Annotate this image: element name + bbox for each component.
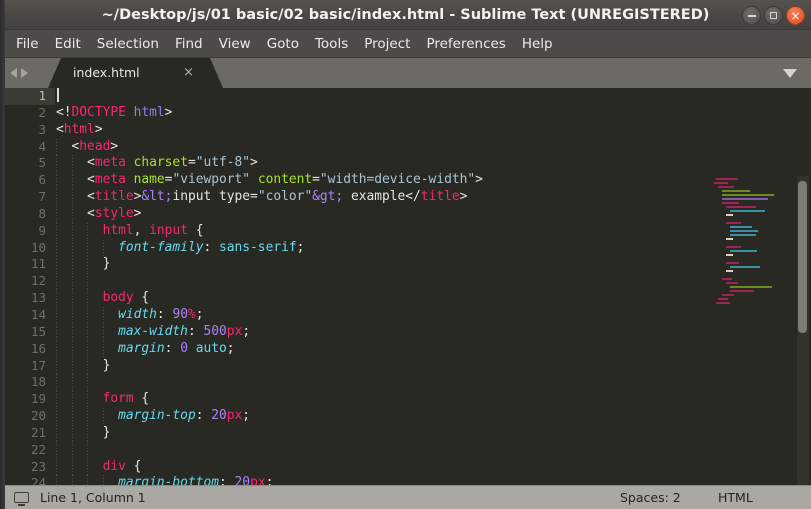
- code-line: [56, 374, 705, 392]
- desktop-left-edge: [0, 0, 5, 509]
- line-number: 17: [30, 357, 46, 373]
- line-number: 21: [30, 424, 46, 440]
- code-line: body {: [56, 290, 705, 307]
- code-line: margin-bottom: 20px;: [56, 475, 705, 485]
- syntax-mode-label[interactable]: HTML: [718, 486, 753, 509]
- code-line: <meta charset="utf-8">: [56, 155, 705, 173]
- minimap[interactable]: [708, 176, 796, 485]
- code-line: max-width: 500px;: [56, 323, 705, 341]
- menu-item-project[interactable]: Project: [356, 33, 418, 55]
- chevron-right-icon[interactable]: [21, 68, 28, 78]
- code-line: width: 90%;: [56, 306, 705, 324]
- line-number: 15: [30, 323, 46, 339]
- line-number: 4: [38, 138, 46, 154]
- line-number: 11: [30, 256, 46, 272]
- tab-index-html[interactable]: index.html ×: [48, 58, 223, 88]
- tab-scroll-arrows: [10, 58, 28, 88]
- line-number: 13: [30, 290, 46, 306]
- close-icon: ×: [790, 8, 801, 23]
- editor-area[interactable]: 1 2 3 4 5 6 7 8 9 10 11 12 13 14 15 16 1…: [0, 88, 811, 485]
- menu-item-selection[interactable]: Selection: [89, 33, 167, 55]
- code-line: [56, 88, 705, 105]
- window-controls: ×: [742, 6, 805, 25]
- window-title: ~/Desktop/js/01 basic/02 basic/index.htm…: [101, 7, 710, 23]
- line-number: 9: [38, 222, 46, 238]
- code-line: form {: [56, 391, 705, 409]
- menu-item-tools[interactable]: Tools: [307, 33, 356, 55]
- line-number: 14: [30, 306, 46, 322]
- code-line: <html>: [56, 121, 103, 137]
- line-number: 7: [38, 189, 46, 205]
- code-line: <head>: [56, 138, 705, 156]
- indentation-label[interactable]: Spaces: 2: [620, 486, 681, 509]
- title-bar: ~/Desktop/js/01 basic/02 basic/index.htm…: [0, 0, 811, 30]
- code-line: margin-top: 20px;: [56, 408, 705, 425]
- code-line: font-family: sans-serif;: [56, 239, 705, 257]
- cursor-position-label: Line 1, Column 1: [40, 490, 146, 505]
- code-line: [56, 441, 705, 459]
- line-number: 20: [30, 408, 46, 424]
- line-number: 23: [30, 458, 46, 474]
- status-bar: Line 1, Column 1 Spaces: 2 HTML: [0, 485, 811, 509]
- menu-bar: File Edit Selection Find View Goto Tools…: [0, 30, 811, 58]
- line-number: 3: [38, 121, 46, 137]
- menu-item-edit[interactable]: Edit: [47, 33, 89, 55]
- code-line: <meta name="viewport" content="width=dev…: [56, 172, 705, 190]
- code-line: div {: [56, 458, 705, 476]
- line-number: 10: [30, 239, 46, 255]
- menu-item-help[interactable]: Help: [514, 33, 561, 55]
- code-line: [56, 273, 705, 291]
- line-number: 12: [30, 273, 46, 289]
- line-number: 8: [38, 205, 46, 221]
- tab-bar: index.html ×: [0, 58, 811, 88]
- menu-item-view[interactable]: View: [211, 33, 259, 55]
- tab-close-icon[interactable]: ×: [183, 58, 194, 88]
- code-line: <!DOCTYPE html>: [56, 104, 173, 120]
- code-line: }: [56, 424, 705, 442]
- monitor-icon: [14, 492, 29, 506]
- sublime-text-window: ~/Desktop/js/01 basic/02 basic/index.htm…: [0, 0, 811, 509]
- line-number-gutter: 1 2 3 4 5 6 7 8 9 10 11 12 13 14 15 16 1…: [5, 88, 55, 485]
- line-number: 16: [30, 340, 46, 356]
- minimize-icon: [743, 7, 760, 24]
- code-line: <title>&lt;input type="color"&gt; exampl…: [56, 189, 705, 206]
- vertical-scrollbar-thumb[interactable]: [798, 181, 807, 333]
- maximize-button[interactable]: [764, 6, 783, 25]
- code-line: margin: 0 auto;: [56, 340, 705, 358]
- line-number: 19: [30, 391, 46, 407]
- menu-item-file[interactable]: File: [8, 33, 47, 55]
- chevron-down-icon[interactable]: [783, 69, 797, 78]
- line-number: 1: [5, 88, 55, 105]
- code-line: <style>: [56, 205, 705, 223]
- line-number: 22: [30, 441, 46, 457]
- menu-item-goto[interactable]: Goto: [259, 33, 307, 55]
- chevron-left-icon[interactable]: [10, 68, 17, 78]
- minimize-button[interactable]: [742, 6, 761, 25]
- line-number: 2: [38, 104, 46, 120]
- menu-item-find[interactable]: Find: [167, 33, 211, 55]
- code-line: }: [56, 256, 705, 274]
- text-caret: [57, 88, 59, 102]
- code-line: }: [56, 357, 705, 375]
- code-line: html, input {: [56, 222, 705, 240]
- maximize-icon: [765, 7, 782, 24]
- line-number: 24: [30, 475, 46, 485]
- tab-label: index.html: [73, 65, 140, 80]
- menu-item-preferences[interactable]: Preferences: [418, 33, 513, 55]
- line-number: 6: [38, 172, 46, 188]
- code-content[interactable]: <!DOCTYPE html> <html> <head> <meta char…: [56, 88, 705, 485]
- line-number: 5: [38, 155, 46, 171]
- close-button[interactable]: ×: [786, 6, 805, 25]
- line-number: 18: [30, 374, 46, 390]
